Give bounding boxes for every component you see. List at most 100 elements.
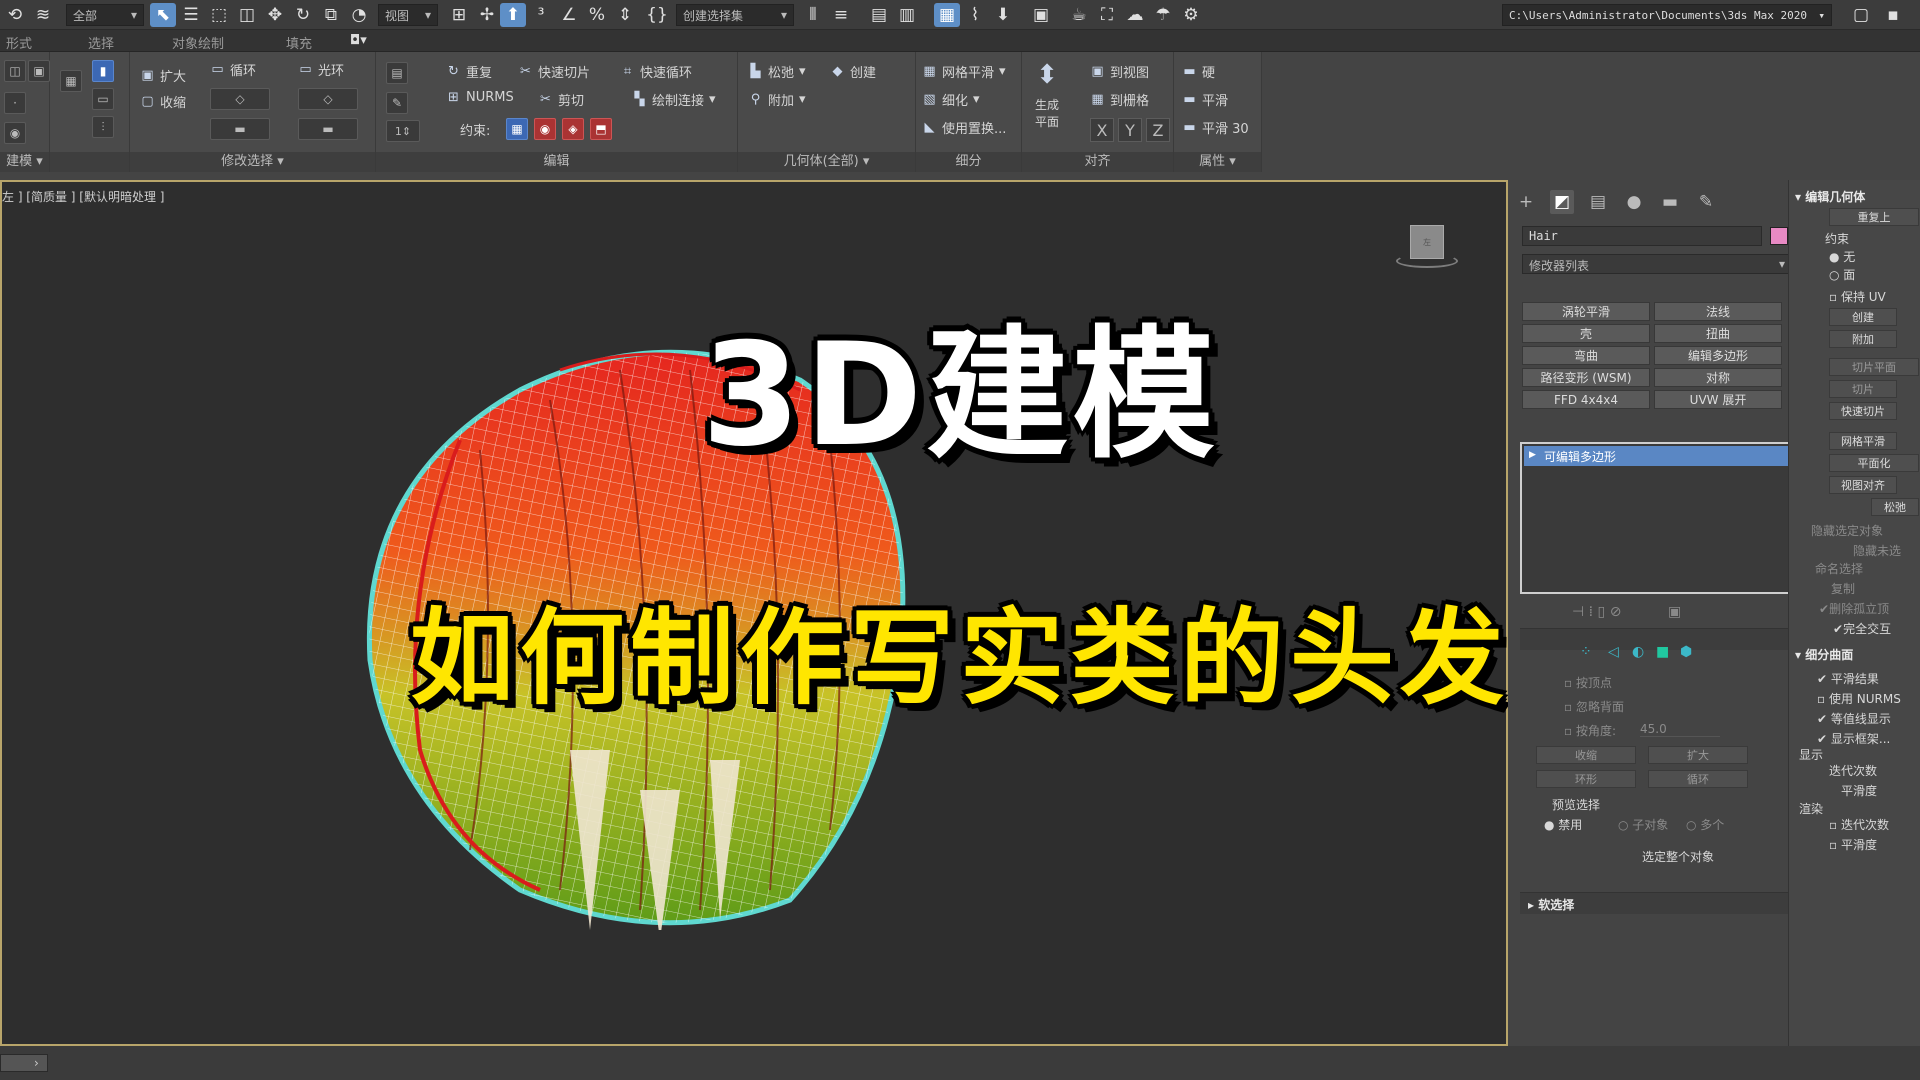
ribbon-sub-polygon-icon[interactable]: ▭ (92, 88, 114, 110)
ribbon-tab-freeform[interactable]: 形式 (6, 33, 32, 52)
element-subobject-icon[interactable]: ⬢ (1680, 644, 1696, 660)
render-cloud-icon[interactable]: ⚙ (1178, 3, 1204, 27)
ring-shift-icon[interactable]: ▬ (298, 118, 358, 140)
shrink-selection-button[interactable]: 收缩 (1536, 746, 1636, 764)
ribbon-toggle-icon[interactable]: ▦ (934, 3, 960, 27)
project-folder-icon[interactable]: ▢ (1848, 3, 1874, 27)
ribbon-tab-populate[interactable]: 填充 (286, 33, 312, 52)
rendered-frame-icon[interactable]: ⛶ (1094, 3, 1120, 27)
ring-button[interactable]: ▭ 光环 (298, 60, 344, 79)
ribbon-sub-stack-icon[interactable]: ⫶ (92, 116, 114, 138)
loop-selection-button[interactable]: 循环 (1648, 770, 1748, 788)
copy-button[interactable]: 复制 (1831, 580, 1855, 597)
use-displace-button[interactable]: ◣ 使用置换... (922, 118, 1007, 137)
render-production-icon[interactable]: ☁ (1122, 3, 1148, 27)
create-button-right[interactable]: 创建 (1829, 308, 1897, 326)
by-angle-checkbox[interactable]: ▫ 按角度: (1564, 722, 1616, 739)
display-tab-icon[interactable]: ▬ (1658, 190, 1682, 214)
expand-arrow-icon[interactable]: ▶ (1529, 450, 1536, 460)
reference-coord-dropdown[interactable]: 视图 ▾ (378, 4, 438, 26)
percent-snap-icon[interactable]: % (584, 3, 610, 27)
layer-explorer-icon[interactable]: ▥ (894, 3, 920, 27)
move-icon[interactable]: ✥ (262, 3, 288, 27)
align-y-button[interactable]: Y (1118, 118, 1142, 142)
preview-disabled-radio[interactable]: ● 禁用 (1544, 816, 1582, 833)
constraint-face-radio[interactable]: ○ 面 (1829, 266, 1855, 283)
render-iterative-icon[interactable]: ☂ (1150, 3, 1176, 27)
quickloop-button[interactable]: ⌗ 快速循环 (620, 62, 692, 81)
schematic-view-icon[interactable]: ⬇ (990, 3, 1016, 27)
curve-editor-icon[interactable]: ⌇ (962, 3, 988, 27)
mod-ffd-button[interactable]: FFD 4x4x4 (1522, 390, 1650, 409)
preview-subobject-radio[interactable]: ○ 子对象 (1618, 816, 1668, 833)
hide-unselected-button[interactable]: 隐藏未选 (1853, 542, 1901, 559)
next-frame-icon[interactable]: › (34, 1056, 39, 1070)
modify-tab-icon[interactable]: ◩ (1550, 190, 1574, 214)
ribbon-cube-icon[interactable]: ▣ (28, 60, 50, 82)
mod-normal-button[interactable]: 法线 (1654, 302, 1782, 321)
spinner-snap-icon[interactable]: ⇕ (612, 3, 638, 27)
ring-mode-icon[interactable]: ◇ (298, 88, 358, 110)
constraint-none-icon[interactable]: ▦ (506, 118, 528, 140)
slice-plane-button[interactable]: 切片平面 (1829, 358, 1919, 376)
meshsmooth-button[interactable]: ▦ 网格平滑 ▾ (922, 62, 1005, 81)
angle-snap-icon[interactable]: ∠ (556, 3, 582, 27)
full-interactivity-checkbox[interactable]: ✔完全交互 (1833, 620, 1891, 637)
select-manipulate-icon[interactable]: ✢ (474, 3, 500, 27)
render-setup-icon[interactable]: ☕ (1066, 3, 1092, 27)
quickslice-button[interactable]: ✂ 快速切片 (518, 62, 590, 81)
stack-item-editable-poly[interactable]: ▶ 可编辑多边形 (1524, 446, 1788, 466)
workspace-icon[interactable]: ▪ (1880, 3, 1906, 27)
keyboard-shortcut-override-icon[interactable]: ⬆ (500, 3, 526, 27)
viewport-label[interactable]: 左 ] [简质量 ] [默认明暗处理 ] (2, 188, 164, 205)
paint-connect-button[interactable]: ▚ 绘制连接 ▾ (632, 90, 716, 109)
smooth-button[interactable]: ▬ 平滑 (1182, 90, 1228, 109)
relax-button-right[interactable]: 松弛 (1871, 498, 1919, 516)
edit-named-selection-icon[interactable]: {} (644, 3, 670, 27)
ribbon-tab-selection[interactable]: 选择 (88, 33, 114, 52)
attach-button[interactable]: ⚲ 附加 ▾ (748, 90, 806, 109)
angle-value-field[interactable]: 45.0 (1640, 722, 1720, 737)
ribbon-options-icon[interactable]: ◘▾ (350, 33, 367, 48)
pin-stack-icon[interactable]: ⊣ ⁞ ▯ ⊘ (1572, 604, 1621, 620)
loop-mode-icon[interactable]: ◇ (210, 88, 270, 110)
planarize-button[interactable]: 平面化 (1829, 454, 1919, 472)
mod-bend-button[interactable]: 弯曲 (1522, 346, 1650, 365)
mod-symmetry-button[interactable]: 对称 (1654, 368, 1782, 387)
utilities-tab-wrench-icon[interactable]: ✎ (1694, 190, 1718, 214)
subdivision-surface-header[interactable]: ▾ 细分曲面 (1795, 646, 1853, 663)
select-object-icon[interactable]: ⬉ (150, 3, 176, 27)
smooth30-button[interactable]: ▬ 平滑 30 (1182, 118, 1248, 137)
ribbon-group-geometry-label[interactable]: 几何体(全部) ▾ (738, 152, 915, 172)
motion-tab-icon[interactable]: ● (1622, 190, 1646, 214)
loop-shift-icon[interactable]: ▬ (210, 118, 270, 140)
ribbon-group-properties-label[interactable]: 属性 ▾ (1174, 152, 1261, 172)
repeat-button[interactable]: ↻ 重复 (446, 62, 492, 81)
shrink-button[interactable]: ▢ 收缩 (140, 92, 186, 111)
edit-geometry-header[interactable]: ▾ 编辑几何体 (1795, 188, 1865, 205)
object-color-swatch[interactable] (1770, 227, 1788, 245)
nurms-button[interactable]: ⊞ NURMS (446, 90, 514, 105)
align-icon[interactable]: ≡ (828, 3, 854, 27)
grow-button[interactable]: ▣ 扩大 (140, 66, 186, 85)
soft-selection-rollout[interactable]: ▸ 软选择 (1520, 892, 1792, 914)
attach-button-right[interactable]: 附加 (1829, 330, 1897, 348)
material-editor-icon[interactable]: ▣ (1028, 3, 1054, 27)
hard-button[interactable]: ▬ 硬 (1182, 62, 1215, 81)
relax-button[interactable]: ▙ 松弛 ▾ (748, 62, 806, 81)
scene-explorer-icon[interactable]: ▤ (866, 3, 892, 27)
ribbon-group-edit-label[interactable]: 编辑 (376, 152, 737, 172)
spinner-field[interactable]: 1 ⇕ (386, 120, 420, 142)
repeat-last-button[interactable]: 重复上 (1829, 208, 1919, 226)
scale-icon[interactable]: ⧉ (318, 3, 344, 27)
grow-selection-button[interactable]: 扩大 (1648, 746, 1748, 764)
snaps-toggle-icon[interactable]: ³ (528, 3, 554, 27)
ribbon-sub-edge-icon[interactable]: ▦ (60, 70, 82, 92)
polygon-subobject-icon[interactable]: ■ (1656, 644, 1672, 660)
constraint-normal-icon[interactable]: ⬒ (590, 118, 612, 140)
ribbon-group-align-label[interactable]: 对齐 (1022, 152, 1173, 172)
to-grid-button[interactable]: ▦ 到栅格 (1090, 90, 1149, 109)
align-x-button[interactable]: X (1090, 118, 1114, 142)
tessellate-button[interactable]: ▧ 细化 ▾ (922, 90, 979, 109)
selection-filter-dropdown[interactable]: 全部 ▾ (66, 4, 144, 26)
